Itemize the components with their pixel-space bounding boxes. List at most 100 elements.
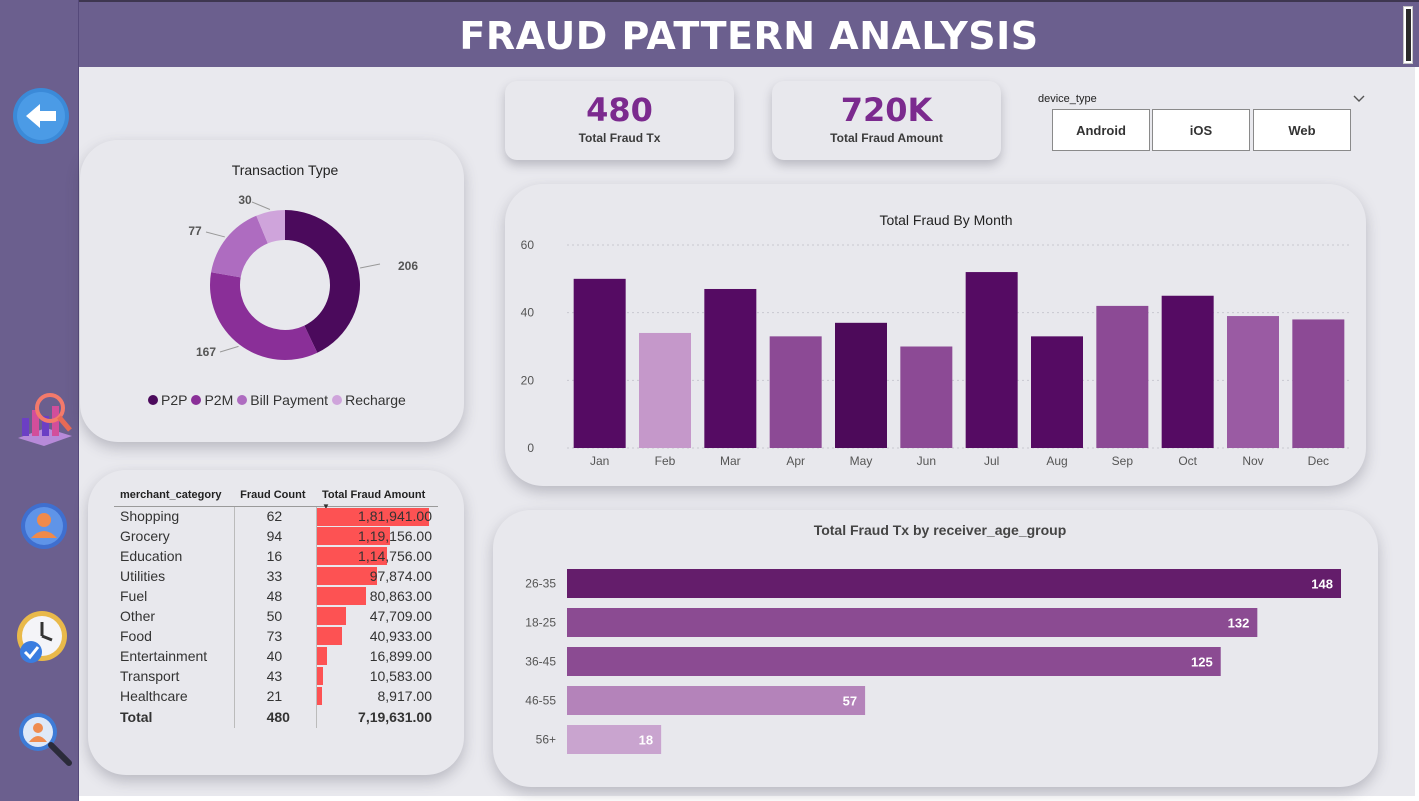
merchant-category-table: merchant_category Fraud Count Total Frau…: [114, 484, 438, 728]
table-row[interactable]: Utilities 33 97,874.00: [114, 566, 438, 586]
bar-data-label: 132: [1228, 616, 1250, 631]
x-tick-label: Jun: [917, 454, 936, 468]
column-header-merchant-category[interactable]: merchant_category: [114, 484, 235, 507]
bar-data-label: 148: [1311, 577, 1333, 592]
bar-oct[interactable]: [1161, 295, 1214, 448]
cell-merchant-category: Grocery: [120, 528, 170, 544]
legend-dot-icon: [148, 395, 158, 405]
slicer-title: device_type: [1038, 93, 1097, 105]
cell-merchant-category: Transport: [120, 668, 180, 684]
chevron-down-icon[interactable]: [1352, 91, 1366, 102]
scrollbar-thumb[interactable]: [1406, 9, 1411, 61]
legend-item-recharge[interactable]: Recharge: [332, 392, 406, 408]
cell-amount-text: 97,874.00: [369, 568, 432, 584]
bar-nov[interactable]: [1227, 316, 1279, 448]
cell-fraud-count: 21: [233, 686, 317, 706]
cell-total-fraud-amount: 47,709.00: [316, 606, 438, 626]
user-profile-icon[interactable]: [20, 502, 68, 550]
table-row[interactable]: Entertainment 40 16,899.00: [114, 646, 438, 666]
slicer-option-android[interactable]: Android: [1052, 109, 1150, 151]
table-row[interactable]: Other 50 47,709.00: [114, 606, 438, 626]
donut-chart-title: Transaction Type: [231, 162, 339, 178]
report-app: FRAUD PATTERN ANALYSIS 480 Total Fraud T…: [0, 0, 1419, 801]
table-row[interactable]: Transport 43 10,583.00: [114, 666, 438, 686]
donut-slice-bill-payment[interactable]: [211, 215, 268, 278]
legend-dot-icon: [237, 395, 248, 405]
kpi-label: Total Fraud Tx: [578, 131, 661, 145]
y-tick-label: 60: [521, 238, 535, 252]
back-arrow-icon[interactable]: [12, 87, 70, 145]
bar-mar[interactable]: [704, 288, 757, 448]
cell-total-fraud-amount: 16,899.00: [316, 646, 438, 666]
bar-dec[interactable]: [1292, 319, 1345, 448]
donut-leader-line: [251, 201, 271, 210]
legend-item-p2p[interactable]: P2P: [148, 392, 187, 408]
y-tick-label: 46-55: [525, 694, 556, 708]
age-group-bar-chart: 26-35 148 18-25 132 36-45 125 46-55 57 56+ 18: [525, 569, 1341, 754]
table-row[interactable]: Education 16 1,14,756.00: [114, 546, 438, 566]
data-bar: [316, 627, 342, 645]
cell-amount-text: 1,19,156.00: [358, 528, 432, 544]
search-user-icon[interactable]: [16, 710, 74, 768]
slicer-option-web[interactable]: Web: [1253, 109, 1351, 151]
y-tick-label: 56+: [536, 733, 556, 747]
bar-jun[interactable]: [900, 346, 953, 449]
table-row[interactable]: Healthcare 21 8,917.00: [114, 686, 438, 706]
data-bar: [316, 587, 367, 605]
bar-jul[interactable]: [965, 272, 1018, 448]
cell-amount-text: 80,863.00: [369, 588, 432, 604]
kpi-value: 480: [586, 91, 653, 129]
cell-total-amount: 7,19,631.00: [358, 709, 432, 725]
x-tick-label: Jan: [590, 454, 609, 468]
bar-feb[interactable]: [639, 332, 691, 448]
cell-fraud-count: 48: [233, 586, 317, 606]
analytics-chart-icon[interactable]: [14, 388, 76, 450]
legend-label: P2M: [204, 392, 234, 408]
bar-may[interactable]: [835, 322, 887, 448]
bar-sep[interactable]: [1096, 305, 1149, 448]
y-tick-label: 20: [521, 373, 535, 387]
legend-label: P2P: [161, 392, 188, 408]
donut-data-label: 77: [188, 224, 202, 238]
bar-age-36-45[interactable]: [567, 647, 1221, 676]
table-row[interactable]: Fuel 48 80,863.00: [114, 586, 438, 606]
donut-slice-p2m[interactable]: [210, 272, 318, 360]
cell-total-fraud-amount: 1,14,756.00: [316, 546, 438, 566]
cell-merchant-category: Other: [120, 608, 156, 624]
bar-aug[interactable]: [1031, 336, 1083, 448]
bar-age-18-25[interactable]: [567, 608, 1258, 637]
bar-jan[interactable]: [573, 278, 626, 448]
clock-check-icon[interactable]: [15, 610, 71, 666]
table-row[interactable]: Shopping 62 1,81,941.00: [114, 506, 438, 526]
donut-data-label: 206: [398, 259, 418, 273]
bar-data-label: 125: [1191, 655, 1213, 670]
legend-item-p2m[interactable]: P2M: [191, 392, 233, 408]
column-header-fraud-count[interactable]: Fraud Count: [234, 484, 316, 507]
scrollbar[interactable]: [1403, 6, 1413, 64]
cell-total-fraud-amount: 80,863.00: [316, 586, 438, 606]
bar-apr[interactable]: [769, 336, 822, 448]
transaction-type-donut: 206 167 77 30: [188, 193, 418, 360]
legend-dot-icon: [191, 395, 202, 405]
cell-fraud-count: 94: [233, 526, 317, 546]
data-bar: [316, 687, 322, 705]
table-row[interactable]: Food 73 40,933.00: [114, 626, 438, 646]
kpi-label: Total Fraud Amount: [830, 131, 943, 145]
table-row[interactable]: Grocery 94 1,19,156.00: [114, 526, 438, 546]
cell-amount-text: 1,14,756.00: [358, 548, 432, 564]
column-header-label: Total Fraud Amount: [322, 488, 426, 501]
legend-item-bill-payment[interactable]: Bill Payment: [237, 392, 328, 408]
cell-total-fraud-amount: 97,874.00: [316, 566, 438, 586]
cell-fraud-count: 40: [233, 646, 317, 666]
x-tick-label: Aug: [1046, 454, 1067, 468]
cell-merchant-category: Entertainment: [120, 648, 208, 664]
cell-fraud-count: 62: [233, 506, 317, 526]
cell-amount-text: 10,583.00: [369, 668, 432, 684]
bar-age-46-55[interactable]: [567, 686, 866, 715]
header-bar: FRAUD PATTERN ANALYSIS: [79, 0, 1419, 67]
bar-age-26-35[interactable]: [567, 569, 1341, 598]
x-tick-label: Dec: [1308, 454, 1329, 468]
slicer-option-ios[interactable]: iOS: [1152, 109, 1250, 151]
cell-amount-text: 47,709.00: [369, 608, 432, 624]
column-header-total-fraud-amount[interactable]: Total Fraud Amount ▼: [316, 484, 438, 511]
